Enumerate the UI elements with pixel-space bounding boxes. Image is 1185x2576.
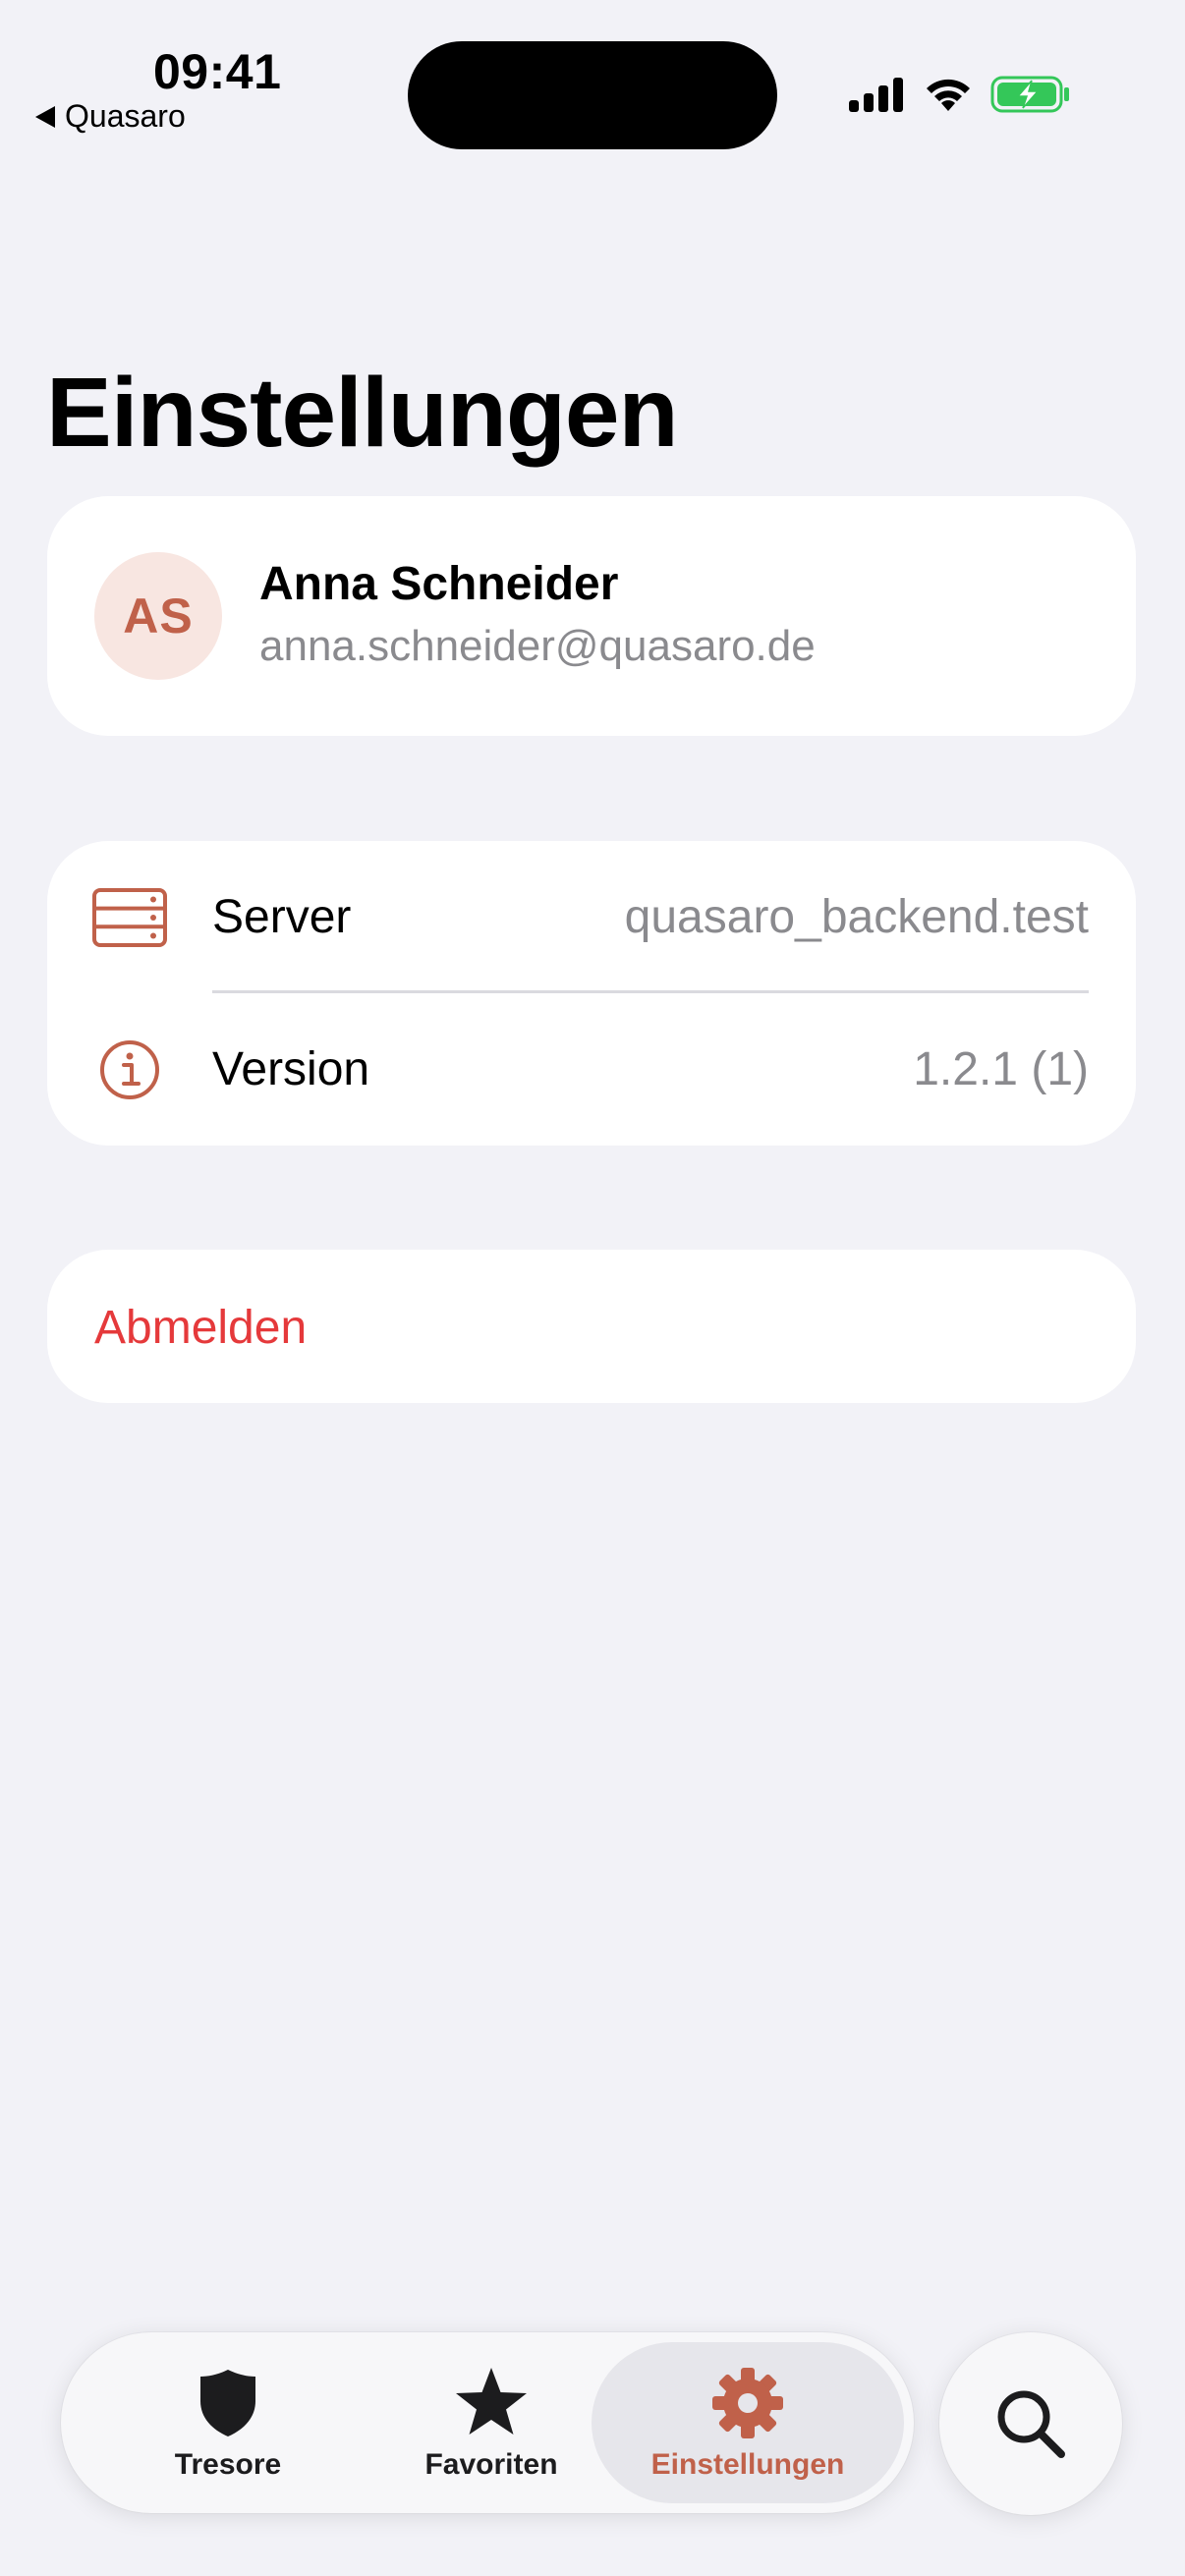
info-card: Server quasaro_backend.test Version 1.2.… (47, 841, 1136, 1146)
shield-icon (200, 2370, 255, 2436)
profile-name: Anna Schneider (259, 558, 619, 610)
tab-einstellungen[interactable]: Einstellungen (592, 2342, 904, 2503)
page-title: Einstellungen (46, 358, 679, 468)
back-to-app-link[interactable]: Quasaro (35, 98, 186, 135)
info-row-server: Server quasaro_backend.test (47, 841, 1136, 993)
logout-button[interactable]: Abmelden (47, 1250, 1136, 1403)
search-icon (997, 2390, 1065, 2458)
dynamic-island (408, 41, 777, 149)
search-button[interactable] (939, 2332, 1122, 2515)
status-time: 09:41 (153, 44, 282, 99)
cellular-signal-icon (849, 78, 903, 112)
back-app-label: Quasaro (65, 98, 186, 134)
version-label: Version (212, 1043, 370, 1095)
wifi-icon (927, 79, 970, 111)
server-value: quasaro_backend.test (624, 891, 1089, 943)
logout-label: Abmelden (94, 1302, 308, 1354)
version-value: 1.2.1 (1) (913, 1043, 1089, 1095)
avatar: AS (94, 552, 222, 680)
back-triangle-icon (35, 105, 55, 128)
status-icons (847, 75, 1071, 114)
profile-card[interactable]: AS Anna Schneider anna.schneider@quasaro… (47, 496, 1136, 736)
tab-label: Einstellungen (650, 2448, 845, 2481)
profile-email: anna.schneider@quasaro.de (259, 622, 816, 670)
gear-icon (712, 2368, 783, 2438)
tab-label: Tresore (174, 2448, 282, 2481)
info-icon (100, 1040, 159, 1099)
server-icon (92, 888, 167, 947)
tab-favoriten[interactable]: Favoriten (383, 2342, 599, 2503)
info-row-version: Version 1.2.1 (1) (47, 993, 1136, 1146)
star-icon (456, 2368, 527, 2435)
tab-bar: Tresore Favoriten Einstellungen (61, 2332, 914, 2513)
battery-charging-icon (990, 76, 1069, 113)
server-label: Server (212, 891, 352, 943)
tab-label: Favoriten (424, 2448, 558, 2481)
tab-tresore[interactable]: Tresore (130, 2342, 326, 2503)
